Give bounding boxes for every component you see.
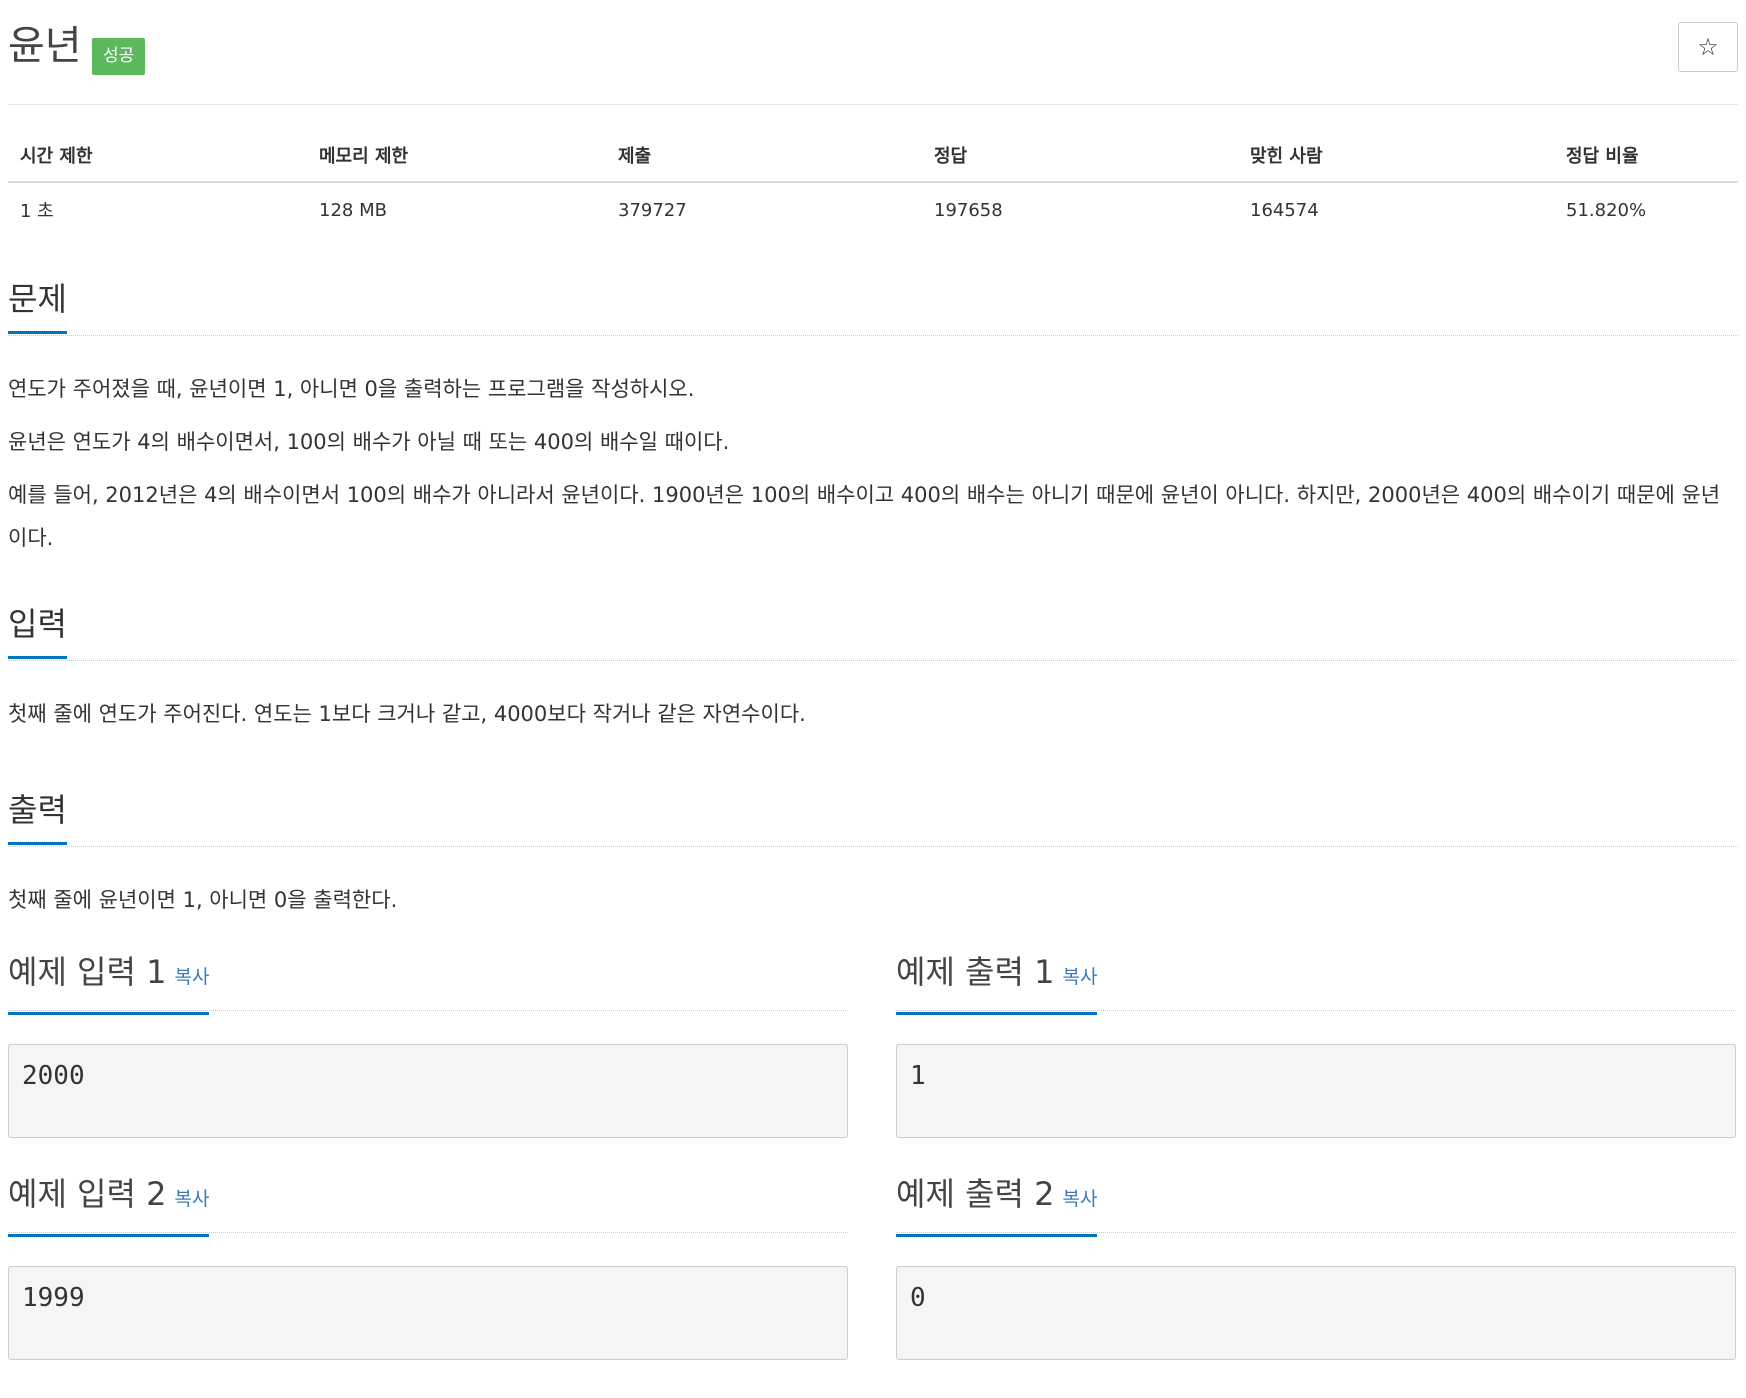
sample-output-1: 예제 출력 1 복사 1 [896,950,1736,1138]
sample-output-2-headline: 예제 출력 2 복사 [896,1172,1736,1237]
sample-output-2-box: 0 [896,1266,1736,1360]
value-solved-users: 164574 [1250,199,1319,221]
output-description: 첫째 줄에 윤년이면 1, 아니면 0을 출력한다. [8,888,398,912]
sample-output-2-heading: 예제 출력 2 복사 [896,1172,1098,1237]
input-body: 첫째 줄에 연도가 주어진다. 연도는 1보다 크거나 같고, 4000보다 작… [8,661,1738,736]
problem-title: 윤년 [8,23,82,69]
sample-input-1-headline: 예제 입력 1 복사 [8,950,848,1015]
description-body: 연도가 주어졌을 때, 윤년이면 1, 아니면 0을 출력하는 프로그램을 작성… [8,336,1738,560]
output-section: 출력 첫째 줄에 윤년이면 1, 아니면 0을 출력한다. [8,776,1738,922]
sample-output-1-heading: 예제 출력 1 복사 [896,950,1098,1015]
samples-area: 예제 입력 1 복사 2000 예제 출력 1 복사 1 예제 입력 2 복사 199… [8,950,1738,1370]
header-submissions: 제출 [606,141,922,183]
output-body: 첫째 줄에 윤년이면 1, 아니면 0을 출력한다. [8,847,1738,922]
input-headline: 입력 [8,590,1738,661]
problem-info-table: 시간 제한 메모리 제한 제출 정답 맞힌 사람 정답 비율 1 초 128 M… [8,141,1738,237]
title-row: 윤년 성공 ☆ [8,0,1738,105]
sample-output-1-box: 1 [896,1044,1736,1138]
header-time-limit: 시간 제한 [8,141,307,183]
header-accepted: 정답 [922,141,1238,183]
header-accept-ratio: 정답 비율 [1554,141,1738,183]
status-badge: 성공 [92,38,146,75]
sample-output-2-title: 예제 출력 2 [896,1175,1055,1213]
input-heading: 입력 [8,602,67,659]
input-section: 입력 첫째 줄에 연도가 주어진다. 연도는 1보다 크거나 같고, 4000보… [8,590,1738,736]
star-icon: ☆ [1697,33,1719,61]
sample-output-2: 예제 출력 2 복사 0 [896,1172,1736,1360]
info-value-row: 1 초 128 MB 379727 197658 164574 51.820% [8,182,1738,237]
favorite-button[interactable]: ☆ [1678,22,1738,72]
sample-input-1-title: 예제 입력 1 [8,953,167,991]
sample-input-1-heading: 예제 입력 1 복사 [8,950,210,1015]
copy-button[interactable]: 복사 [1062,966,1097,988]
header-solved-users: 맞힌 사람 [1238,141,1554,183]
sample-input-1-box: 2000 [8,1044,848,1138]
value-accept-ratio: 51.820% [1566,199,1647,221]
output-headline: 출력 [8,776,1738,847]
output-heading: 출력 [8,788,67,845]
sample-output-1-title: 예제 출력 1 [896,953,1055,991]
description-paragraph: 연도가 주어졌을 때, 윤년이면 1, 아니면 0을 출력하는 프로그램을 작성… [8,377,695,401]
sample-input-2-heading: 예제 입력 2 복사 [8,1172,210,1237]
copy-button[interactable]: 복사 [1062,1188,1097,1210]
value-accepted: 197658 [934,199,1003,221]
sample-input-2-box: 1999 [8,1266,848,1360]
copy-button[interactable]: 복사 [174,966,209,988]
copy-button[interactable]: 복사 [174,1188,209,1210]
value-memory-limit: 128 MB [319,199,387,221]
sample-input-1: 예제 입력 1 복사 2000 [8,950,848,1138]
description-paragraph: 예를 들어, 2012년은 4의 배수이면서 100의 배수가 아니라서 윤년이… [8,483,1721,550]
value-submissions: 379727 [618,199,687,221]
sample-input-2-title: 예제 입력 2 [8,1175,167,1213]
sample-input-2-headline: 예제 입력 2 복사 [8,1172,848,1237]
header-memory-limit: 메모리 제한 [307,141,606,183]
sample-input-2: 예제 입력 2 복사 1999 [8,1172,848,1360]
description-headline: 문제 [8,265,1738,336]
description-heading: 문제 [8,277,67,334]
sample-output-1-headline: 예제 출력 1 복사 [896,950,1736,1015]
input-description: 첫째 줄에 연도가 주어진다. 연도는 1보다 크거나 같고, 4000보다 작… [8,702,806,726]
problem-page: 윤년 성공 ☆ 시간 제한 메모리 제한 제출 정답 맞힌 사람 정답 비율 1… [8,0,1738,1370]
description-paragraph: 윤년은 연도가 4의 배수이면서, 100의 배수가 아닐 때 또는 400의 … [8,430,730,454]
info-header-row: 시간 제한 메모리 제한 제출 정답 맞힌 사람 정답 비율 [8,141,1738,183]
value-time-limit: 1 초 [20,201,54,222]
description-section: 문제 연도가 주어졌을 때, 윤년이면 1, 아니면 0을 출력하는 프로그램을… [8,265,1738,560]
